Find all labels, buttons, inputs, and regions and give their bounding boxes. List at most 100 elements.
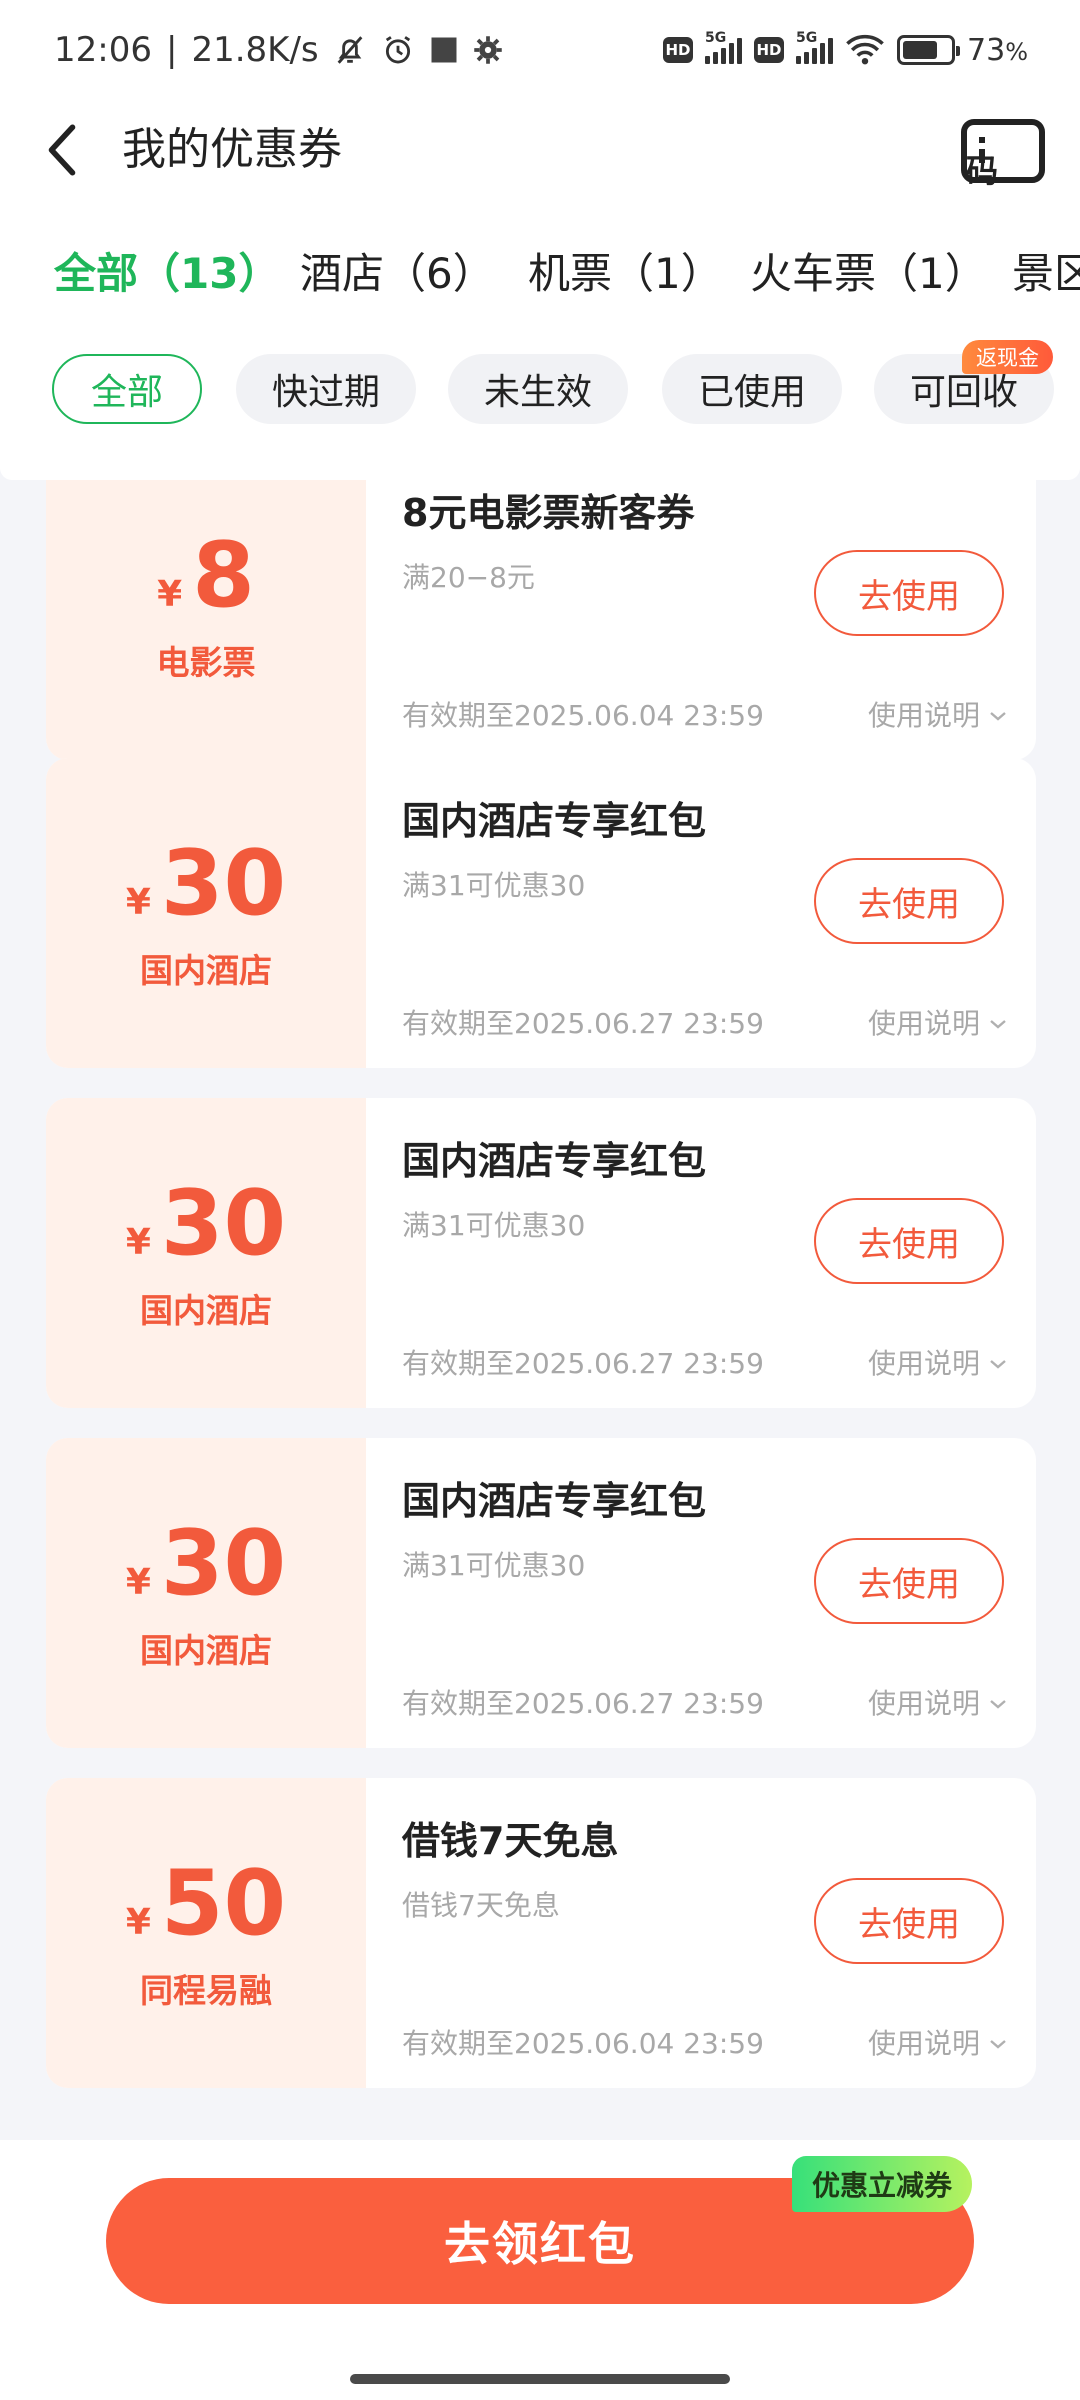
coupon-expiry: 有效期至2025.06.27 23:59 — [402, 1347, 764, 1380]
battery-icon — [897, 35, 960, 65]
chip-not-effective[interactable]: 未生效 — [448, 354, 628, 424]
status-divider: | — [165, 30, 178, 70]
status-left: 12:06 | 21.8K/s — [54, 30, 503, 70]
tab-train[interactable]: 火车票（1） — [750, 246, 987, 302]
tab-all[interactable]: 全部（13） — [54, 246, 280, 302]
coupon-title: 国内酒店专享红包 — [402, 1479, 707, 1523]
alarm-icon — [381, 33, 415, 67]
use-coupon-button[interactable]: 去使用 — [814, 858, 1004, 944]
coupon-title: 8元电影票新客券 — [402, 491, 695, 535]
coupon-amount-row: ¥ 30 — [126, 1514, 286, 1614]
coupon-expiry: 有效期至2025.06.27 23:59 — [402, 1687, 764, 1720]
home-indicator[interactable] — [350, 2374, 730, 2384]
use-coupon-button[interactable]: 去使用 — [814, 1198, 1004, 1284]
chip-expiring[interactable]: 快过期 — [236, 354, 416, 424]
coupon-category: 同程易融 — [140, 1971, 272, 2010]
coupon-amount: 50 — [160, 1851, 287, 1956]
usage-info-toggle[interactable]: 使用说明 — [868, 1346, 1008, 1382]
status-bar: 12:06 | 21.8K/s HD 5G HD 5G 73% — [0, 0, 1080, 100]
chevron-down-icon — [990, 2040, 1006, 2049]
code-label: 码 — [965, 152, 998, 190]
coupon-title: 借钱7天免息 — [402, 1819, 619, 1863]
filter-chips: 全部 快过期 未生效 已使用 可回收 返现金 — [0, 338, 1080, 480]
back-button[interactable] — [34, 122, 90, 178]
page-title: 我的优惠券 — [122, 124, 342, 175]
currency-symbol: ¥ — [125, 1562, 151, 1603]
coupon-card: ¥ 8 电影票 8元电影票新客券 满20−8元 去使用 有效期至2025.06.… — [46, 480, 1036, 760]
use-coupon-button[interactable]: 去使用 — [814, 1538, 1004, 1624]
coupon-condition: 满31可优惠30 — [402, 1549, 586, 1582]
status-right: HD 5G HD 5G 73% — [663, 30, 1028, 68]
use-coupon-button[interactable]: 去使用 — [814, 1878, 1004, 1964]
usage-info-toggle[interactable]: 使用说明 — [868, 1006, 1008, 1042]
coupon-card: ¥ 30 国内酒店 国内酒店专享红包 满31可优惠30 去使用 有效期至2025… — [46, 1438, 1036, 1748]
status-time: 12:06 — [54, 30, 152, 70]
usage-info-label: 使用说明 — [867, 1687, 980, 1720]
coupon-amount: 30 — [160, 1511, 287, 1616]
usage-info-toggle[interactable]: 使用说明 — [868, 698, 1008, 734]
coupon-amount: 8 — [192, 523, 255, 628]
chevron-down-icon — [990, 1360, 1006, 1369]
coupon-expiry: 有效期至2025.06.27 23:59 — [402, 1007, 764, 1040]
currency-symbol: ¥ — [157, 574, 183, 615]
scan-code-button[interactable]: 码 — [960, 118, 1046, 190]
signal-icon-1: 5G — [705, 30, 742, 64]
chevron-left-icon — [48, 124, 76, 176]
tab-scenic[interactable]: 景区 — [1012, 246, 1080, 302]
bell-muted-icon — [333, 33, 367, 67]
coupon-amount-row: ¥ 30 — [126, 834, 286, 934]
tab-hotel[interactable]: 酒店（6） — [300, 246, 495, 302]
coupon-value-panel: ¥ 50 同程易融 — [46, 1778, 366, 2088]
chip-used[interactable]: 已使用 — [662, 354, 842, 424]
coupon-expiry: 有效期至2025.06.04 23:59 — [402, 2027, 764, 2060]
chip-all[interactable]: 全部 — [52, 354, 202, 424]
coupon-category: 国内酒店 — [140, 1631, 272, 1670]
coupon-amount: 30 — [160, 831, 287, 936]
coupon-list: ¥ 8 电影票 8元电影票新客券 满20−8元 去使用 有效期至2025.06.… — [46, 480, 1036, 2140]
network-type-2: 5G — [796, 30, 818, 46]
square-app-icon — [429, 35, 459, 65]
coupon-title: 国内酒店专享红包 — [402, 1139, 707, 1183]
tab-flight[interactable]: 机票（1） — [528, 246, 723, 302]
usage-info-toggle[interactable]: 使用说明 — [868, 2026, 1008, 2062]
bottom-bar: 去领红包 优惠立减券 — [0, 2140, 1080, 2400]
coupon-condition: 满31可优惠30 — [402, 1209, 586, 1242]
page-header: 我的优惠券 码 — [0, 100, 1080, 200]
coupon-category: 国内酒店 — [140, 951, 272, 990]
coupon-amount-row: ¥ 8 — [157, 526, 255, 626]
battery-level — [903, 41, 937, 59]
coupon-amount: 30 — [160, 1171, 287, 1276]
coupon-value-panel: ¥ 30 国内酒店 — [46, 1438, 366, 1748]
coupon-amount-row: ¥ 30 — [126, 1174, 286, 1274]
signal-icon-2: 5G — [796, 30, 833, 64]
coupon-card: ¥ 50 同程易融 借钱7天免息 借钱7天免息 去使用 有效期至2025.06.… — [46, 1778, 1036, 2088]
usage-info-label: 使用说明 — [867, 699, 980, 732]
hd-badge-2: HD — [754, 37, 784, 63]
coupon-title: 国内酒店专享红包 — [402, 799, 707, 843]
chevron-down-icon — [990, 1700, 1006, 1709]
cashback-badge: 返现金 — [962, 340, 1053, 374]
currency-symbol: ¥ — [125, 1902, 151, 1943]
coupon-category: 电影票 — [156, 643, 256, 682]
wifi-icon — [845, 34, 885, 66]
coupon-card: ¥ 30 国内酒店 国内酒店专享红包 满31可优惠30 去使用 有效期至2025… — [46, 1098, 1036, 1408]
coupon-card: ¥ 30 国内酒店 国内酒店专享红包 满31可优惠30 去使用 有效期至2025… — [46, 758, 1036, 1068]
currency-symbol: ¥ — [125, 882, 151, 923]
chevron-down-icon — [990, 712, 1006, 721]
battery-percent: 73% — [967, 33, 1028, 68]
category-tabs: 全部（13） 酒店（6） 机票（1） 火车票（1） 景区 — [0, 200, 1080, 345]
coupon-amount-row: ¥ 50 — [126, 1854, 286, 1954]
battery-unit: % — [1005, 37, 1028, 66]
usage-info-label: 使用说明 — [867, 1347, 980, 1380]
coupon-condition: 满20−8元 — [402, 561, 535, 594]
coupon-expiry: 有效期至2025.06.04 23:59 — [402, 699, 764, 732]
usage-info-label: 使用说明 — [867, 2027, 980, 2060]
usage-info-toggle[interactable]: 使用说明 — [868, 1686, 1008, 1722]
network-speed: 21.8K/s — [191, 30, 319, 70]
coupon-value-panel: ¥ 30 国内酒店 — [46, 758, 366, 1068]
coupon-value-panel: ¥ 8 电影票 — [46, 480, 366, 760]
discount-coupon-badge: 优惠立减券 — [792, 2156, 973, 2212]
usage-info-label: 使用说明 — [867, 1007, 980, 1040]
use-coupon-button[interactable]: 去使用 — [814, 550, 1004, 636]
battery-value: 73 — [967, 32, 1006, 68]
